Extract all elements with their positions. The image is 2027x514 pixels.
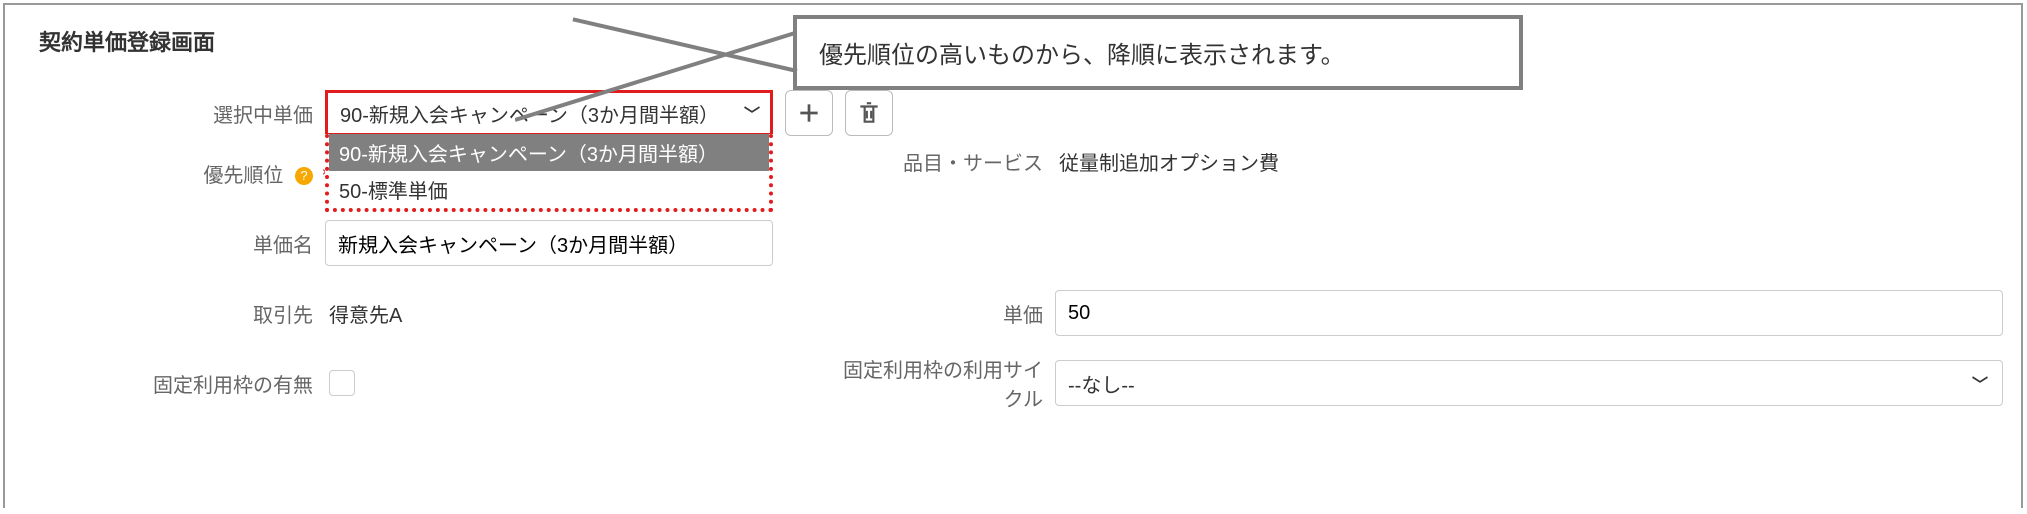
help-icon[interactable]: ? [295,167,313,185]
label-fixed-cycle: 固定利用枠の利用サイクル [835,354,1055,412]
item-service-value: 従量制追加オプション費 [1055,147,1279,176]
selected-unitprice-dropdown-list: 90-新規入会キャンペーン（3か月間半額） 50-標準単価 [325,134,773,212]
dropdown-option[interactable]: 50-標準単価 [329,171,769,208]
fixed-cycle-select[interactable]: --なし-- ﹀ [1055,360,2003,406]
chevron-down-icon: ﹀ [744,101,760,125]
label-unitprice-name: 単価名 [35,229,325,258]
label-fixed-slot: 固定利用枠の有無 [35,369,325,398]
dropdown-option[interactable]: 90-新規入会キャンペーン（3か月間半額） [329,134,769,171]
unitprice-name-input[interactable] [325,220,773,266]
label-selected-unitprice: 選択中単価 [35,99,325,128]
label-priority-text: 優先順位 [203,165,283,187]
label-priority: 優先順位 ? [35,159,325,188]
callout-text: 優先順位の高いものから、降順に表示されます。 [819,42,1345,69]
unit-price-input[interactable] [1055,290,2003,336]
add-button[interactable] [785,90,833,136]
callout-box: 優先順位の高いものから、降順に表示されます。 [793,15,1523,90]
selected-unitprice-value: 90-新規入会キャンペーン（3か月間半額） [340,99,719,128]
trash-icon [856,100,882,126]
customer-value: 得意先A [325,299,402,328]
fixed-cycle-value: --なし-- [1068,369,1135,398]
fixed-slot-checkbox[interactable] [329,370,355,396]
selected-unitprice-dropdown[interactable]: 90-新規入会キャンペーン（3か月間半額） ﹀ [325,90,773,136]
plus-icon [796,100,822,126]
label-customer: 取引先 [35,299,325,328]
chevron-down-icon: ﹀ [1972,371,1988,395]
label-unit-price: 単価 [835,299,1055,328]
label-item-service: 品目・サービス [835,147,1055,176]
delete-button[interactable] [845,90,893,136]
